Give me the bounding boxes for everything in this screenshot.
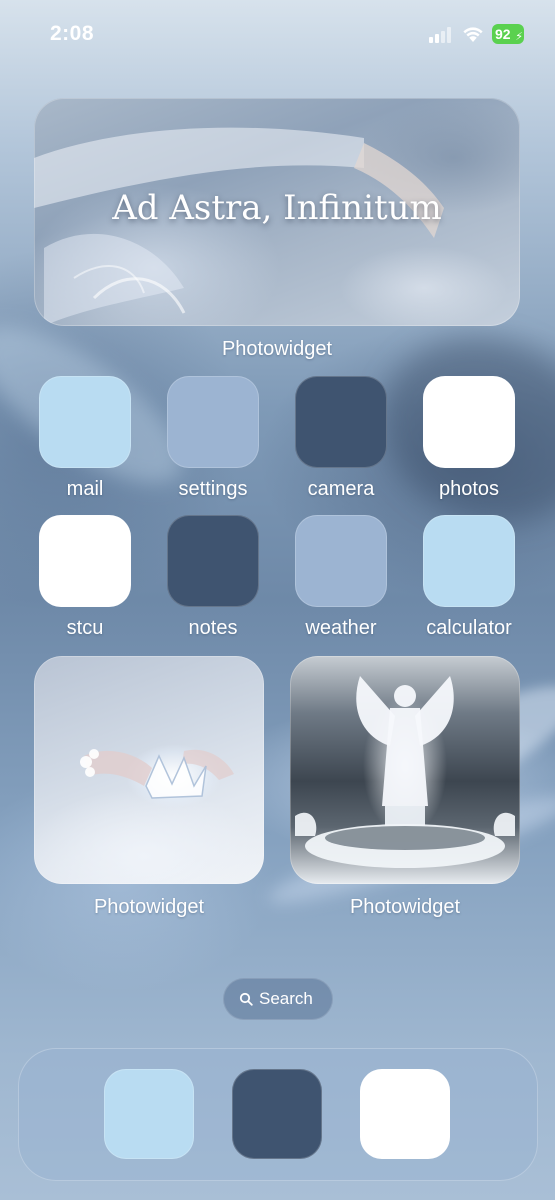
photos-app-icon[interactable] — [423, 376, 515, 468]
cellular-signal-icon — [429, 27, 455, 43]
home-screen: 2:08 92 ⚡ Ad Astra, Infinitum Photowidge… — [0, 0, 555, 1200]
search-label: Search — [259, 989, 313, 1008]
dock-app-icon-3[interactable] — [360, 1069, 450, 1159]
stcu-app-icon[interactable] — [39, 515, 131, 607]
photowidget-angel[interactable] — [290, 656, 520, 884]
photowidget-lotus-label: Photowidget — [93, 896, 205, 918]
angel-statue-photo — [295, 676, 515, 868]
notes-app-icon[interactable] — [167, 515, 259, 607]
mail-app-icon[interactable] — [39, 376, 131, 468]
dock-app-icon-2[interactable] — [232, 1069, 322, 1159]
charging-bolt-icon: ⚡ — [515, 31, 523, 43]
photowidget-lotus[interactable] — [34, 656, 264, 884]
lotus-photo — [80, 749, 234, 799]
stcu-app-label: stcu — [66, 617, 104, 639]
weather-app-icon[interactable] — [295, 515, 387, 607]
status-time: 2:08 — [50, 22, 95, 45]
camera-app-icon[interactable] — [295, 376, 387, 468]
photowidget-angel-label: Photowidget — [349, 896, 461, 918]
wifi-icon — [463, 27, 483, 42]
dock-app-icon-1[interactable] — [104, 1069, 194, 1159]
weather-app-label: weather — [305, 617, 377, 639]
dock — [18, 1048, 538, 1181]
camera-app-label: camera — [307, 478, 375, 500]
settings-app-label: settings — [178, 478, 248, 500]
search-icon — [239, 992, 253, 1006]
battery-indicator: 92 ⚡ — [492, 24, 524, 44]
banner-title: Ad Astra, Infinitum — [112, 188, 442, 228]
settings-app-icon[interactable] — [167, 376, 259, 468]
photos-app-label: photos — [438, 478, 500, 500]
battery-level: 92 — [495, 26, 511, 42]
notes-app-label: notes — [188, 617, 238, 639]
calculator-app-icon[interactable] — [423, 515, 515, 607]
photowidget-banner[interactable]: Ad Astra, Infinitum — [34, 98, 520, 326]
calculator-app-label: calculator — [426, 617, 512, 639]
mail-app-label: mail — [66, 478, 104, 500]
search-button[interactable]: Search — [223, 978, 333, 1020]
photowidget-label: Photowidget — [221, 338, 333, 360]
status-bar: 2:08 92 ⚡ — [0, 0, 555, 70]
